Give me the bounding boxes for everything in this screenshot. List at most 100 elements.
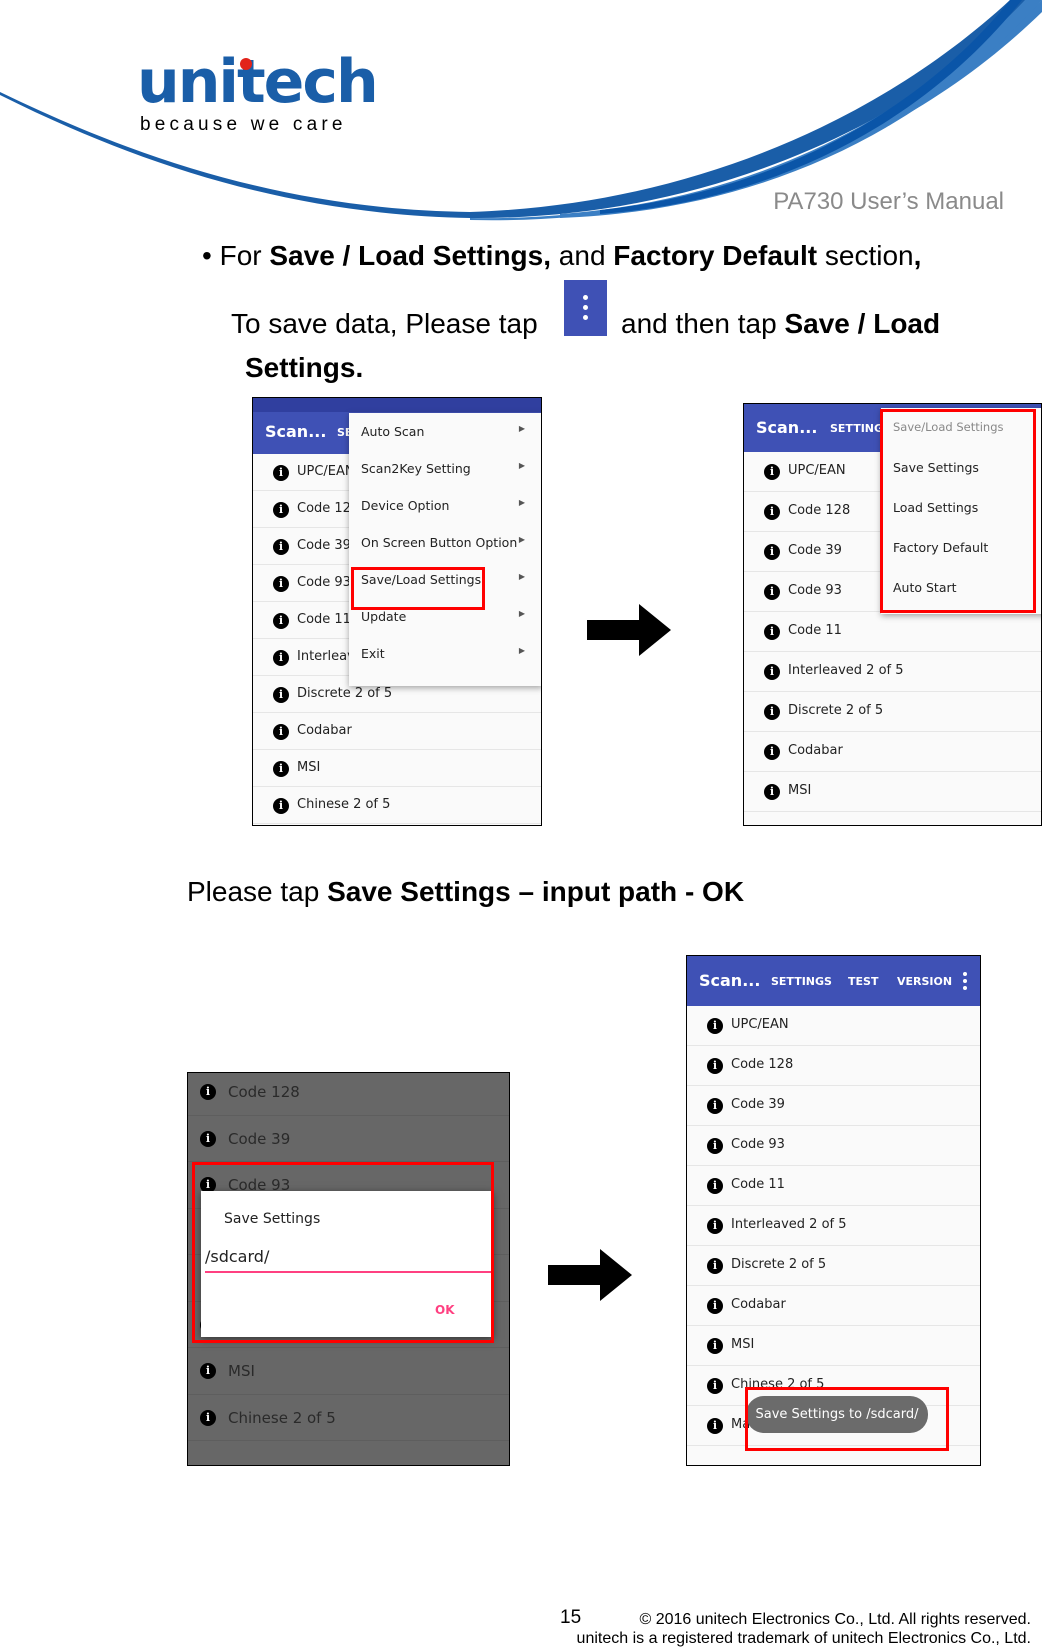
menu-item[interactable]: Scan2Key Setting ▶ (361, 461, 541, 476)
list-item[interactable]: i Code 93 (687, 1126, 980, 1166)
info-icon[interactable]: i (273, 723, 289, 740)
list-item-label: Code 11 (788, 623, 842, 638)
info-icon[interactable]: i (273, 649, 289, 666)
overflow-menu: Auto Scan ▶ Scan2Key Setting ▶ Device Option… (349, 413, 541, 686)
info-icon[interactable]: i (707, 1058, 723, 1074)
menu-item-label: Auto Scan (361, 424, 425, 439)
tab-settings[interactable]: SETTINGS (771, 975, 832, 988)
info-icon[interactable]: i (707, 1138, 723, 1154)
info-icon[interactable]: i (273, 760, 289, 777)
tab-test[interactable]: TEST (848, 975, 878, 988)
list-item-label: Code 11 (731, 1177, 785, 1192)
info-icon[interactable]: i (200, 1363, 216, 1380)
list-item-label: Chinese 2 of 5 (228, 1408, 336, 1427)
info-icon[interactable]: i (764, 504, 780, 520)
list-item[interactable]: i MSI (687, 1326, 980, 1366)
list-item[interactable]: i Code 39 (188, 1116, 509, 1162)
menu-item-label: On Screen Button Option (361, 535, 518, 550)
bold-text: Save Settings – input path - OK (327, 876, 745, 907)
bold-text: Factory Default (613, 240, 818, 271)
menu-item[interactable]: On Screen Button Option ▶ (361, 535, 541, 550)
text: and then tap (621, 308, 785, 339)
info-icon[interactable]: i (707, 1018, 723, 1034)
submenu-arrow-icon: ▶ (518, 572, 525, 581)
info-icon[interactable]: i (707, 1178, 723, 1194)
info-icon[interactable]: i (200, 1084, 216, 1101)
info-icon[interactable]: i (273, 464, 289, 481)
screenshot-save-load-submenu: Scan... SETTING i UPC/EAN i Code 128 i Code 3… (743, 403, 1042, 826)
info-icon[interactable]: i (707, 1258, 723, 1274)
menu-item[interactable]: Exit ▶ (361, 646, 541, 661)
list-item-label: Codabar (297, 722, 352, 738)
more-vert-icon[interactable] (963, 972, 967, 990)
info-icon[interactable]: i (707, 1378, 723, 1394)
list-item[interactable]: i Chinese 2 of 5 (253, 787, 541, 824)
list-item[interactable]: i Codabar (744, 732, 1041, 772)
menu-item-label: Scan2Key Setting (361, 461, 471, 476)
info-icon[interactable]: i (707, 1418, 723, 1434)
info-icon[interactable]: i (707, 1218, 723, 1234)
list-item[interactable]: i MSI (188, 1348, 509, 1395)
list-item-label: Code 39 (228, 1129, 291, 1148)
instruction-line-1: • For Save / Load Settings, and Factory … (202, 240, 921, 272)
info-icon[interactable]: i (273, 575, 289, 592)
list-item-label: Discrete 2 of 5 (788, 703, 884, 718)
list-item[interactable]: i MSI (253, 750, 541, 787)
list-item[interactable]: i Interleaved 2 of 5 (744, 652, 1041, 692)
list-item[interactable]: i Interleaved 2 of 5 (687, 1206, 980, 1246)
instruction-line-2a: To save data, Please tap (231, 308, 538, 339)
info-icon[interactable]: i (200, 1409, 216, 1426)
screenshot-save-dialog: iCode 128iCode 39iCode 93iCodabariMSIiCh… (187, 1072, 510, 1466)
info-icon[interactable]: i (707, 1298, 723, 1314)
info-icon[interactable]: i (273, 797, 289, 814)
list-item[interactable]: i Codabar (253, 713, 541, 750)
info-icon[interactable]: i (273, 612, 289, 629)
menu-item[interactable]: Auto Scan ▶ (361, 424, 541, 439)
info-icon[interactable]: i (764, 744, 780, 760)
info-icon[interactable]: i (707, 1098, 723, 1114)
submenu-arrow-icon: ▶ (518, 424, 525, 433)
list-item[interactable]: i Chinese 2 of 5 (188, 1395, 509, 1441)
list-item[interactable]: i Codabar (687, 1286, 980, 1326)
info-icon[interactable]: i (273, 538, 289, 555)
list-item[interactable]: i MSI (744, 772, 1041, 812)
info-icon[interactable]: i (764, 544, 780, 560)
info-icon[interactable]: i (764, 704, 780, 720)
tab-settings[interactable]: SETTING (830, 422, 883, 435)
list-item[interactable]: i Code 128 (188, 1073, 509, 1116)
info-icon[interactable]: i (764, 584, 780, 600)
info-icon[interactable]: i (764, 624, 780, 640)
info-icon[interactable]: i (764, 664, 780, 680)
list-item[interactable]: i Discrete 2 of 5 (744, 692, 1041, 732)
menu-item[interactable]: Device Option ▶ (361, 498, 541, 513)
bullet: • (202, 240, 212, 271)
menu-item-label: Exit (361, 646, 385, 661)
tab-version[interactable]: VERSION (897, 975, 952, 988)
submenu-arrow-icon: ▶ (518, 461, 525, 470)
list-item[interactable]: i Code 39 (687, 1086, 980, 1126)
list-item[interactable]: i Code 11 (744, 612, 1041, 652)
info-icon[interactable]: i (273, 686, 289, 703)
submenu-arrow-icon: ▶ (518, 646, 525, 655)
trademark: unitech is a registered trademark of uni… (576, 1630, 1031, 1647)
list-item-label: UPC/EAN (297, 463, 355, 479)
info-icon[interactable]: i (707, 1338, 723, 1354)
info-icon[interactable]: i (764, 464, 780, 480)
list-item[interactable]: i UPC/EAN (687, 1006, 980, 1046)
list-item[interactable]: i Code 128 (687, 1046, 980, 1086)
list-item[interactable]: i Code 11 (687, 1166, 980, 1206)
unitech-logo: unitech (137, 47, 379, 117)
info-icon[interactable]: i (200, 1130, 216, 1147)
text: Please tap (187, 876, 328, 907)
copyright: © 2016 unitech Electronics Co., Ltd. All… (639, 1611, 1031, 1628)
highlight-box (745, 1387, 949, 1451)
list-item[interactable]: i Discrete 2 of 5 (687, 1246, 980, 1286)
instruction-line-3: Settings. (245, 352, 363, 384)
info-icon[interactable]: i (273, 501, 289, 518)
info-icon[interactable]: i (764, 784, 780, 800)
list-item-label: Interleaved 2 of 5 (788, 663, 904, 678)
list-item-label: Interleaved 2 of 5 (731, 1217, 847, 1232)
text: section (817, 240, 914, 271)
menu-item[interactable]: Update ▶ (361, 609, 541, 624)
list-item-label: Codabar (731, 1297, 786, 1312)
